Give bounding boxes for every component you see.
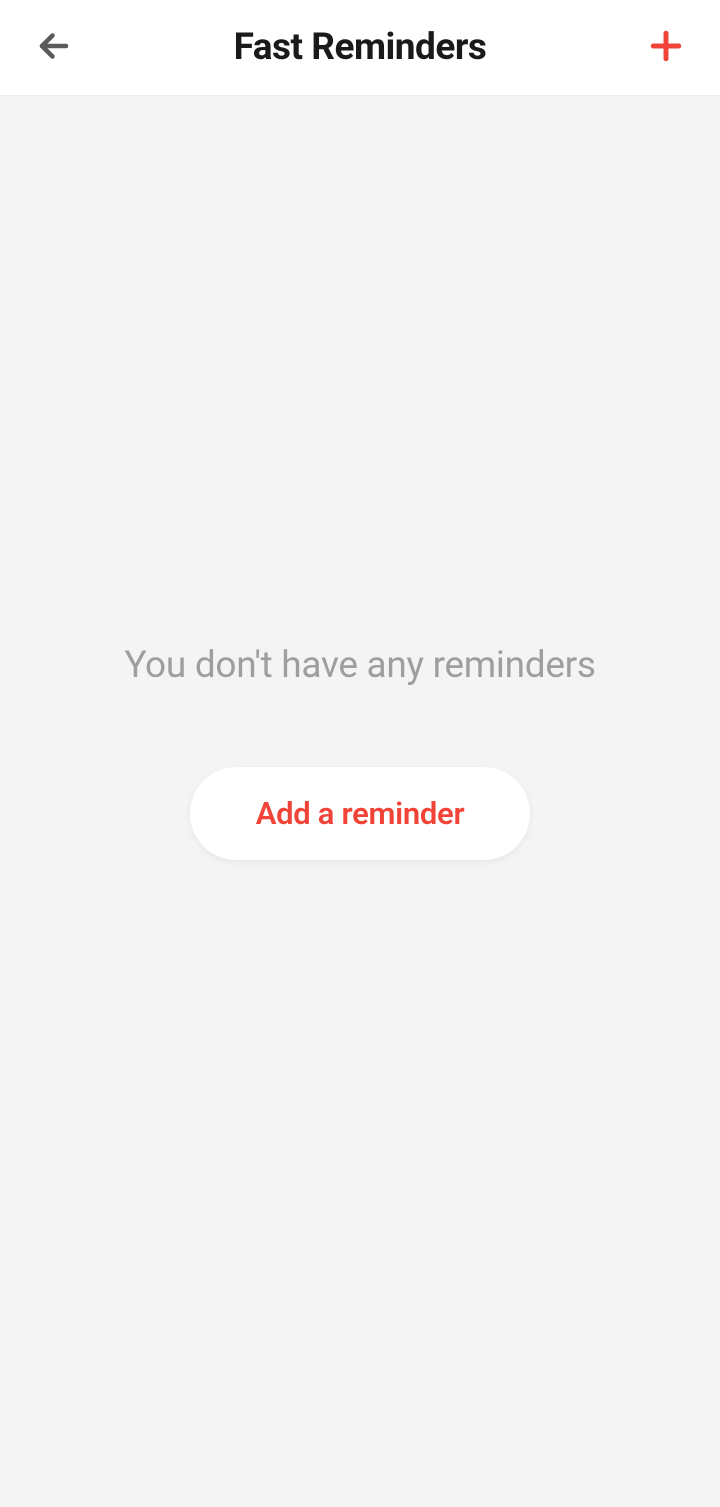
arrow-left-icon bbox=[36, 28, 72, 68]
header: Fast Reminders bbox=[0, 0, 720, 96]
page-title: Fast Reminders bbox=[234, 26, 487, 69]
plus-icon bbox=[649, 29, 683, 67]
add-reminder-button[interactable]: Add a reminder bbox=[190, 767, 531, 860]
add-button[interactable] bbox=[644, 26, 688, 70]
empty-state-message: You don't have any reminders bbox=[124, 644, 595, 687]
back-button[interactable] bbox=[32, 26, 76, 70]
content-area: You don't have any reminders Add a remin… bbox=[0, 96, 720, 1507]
